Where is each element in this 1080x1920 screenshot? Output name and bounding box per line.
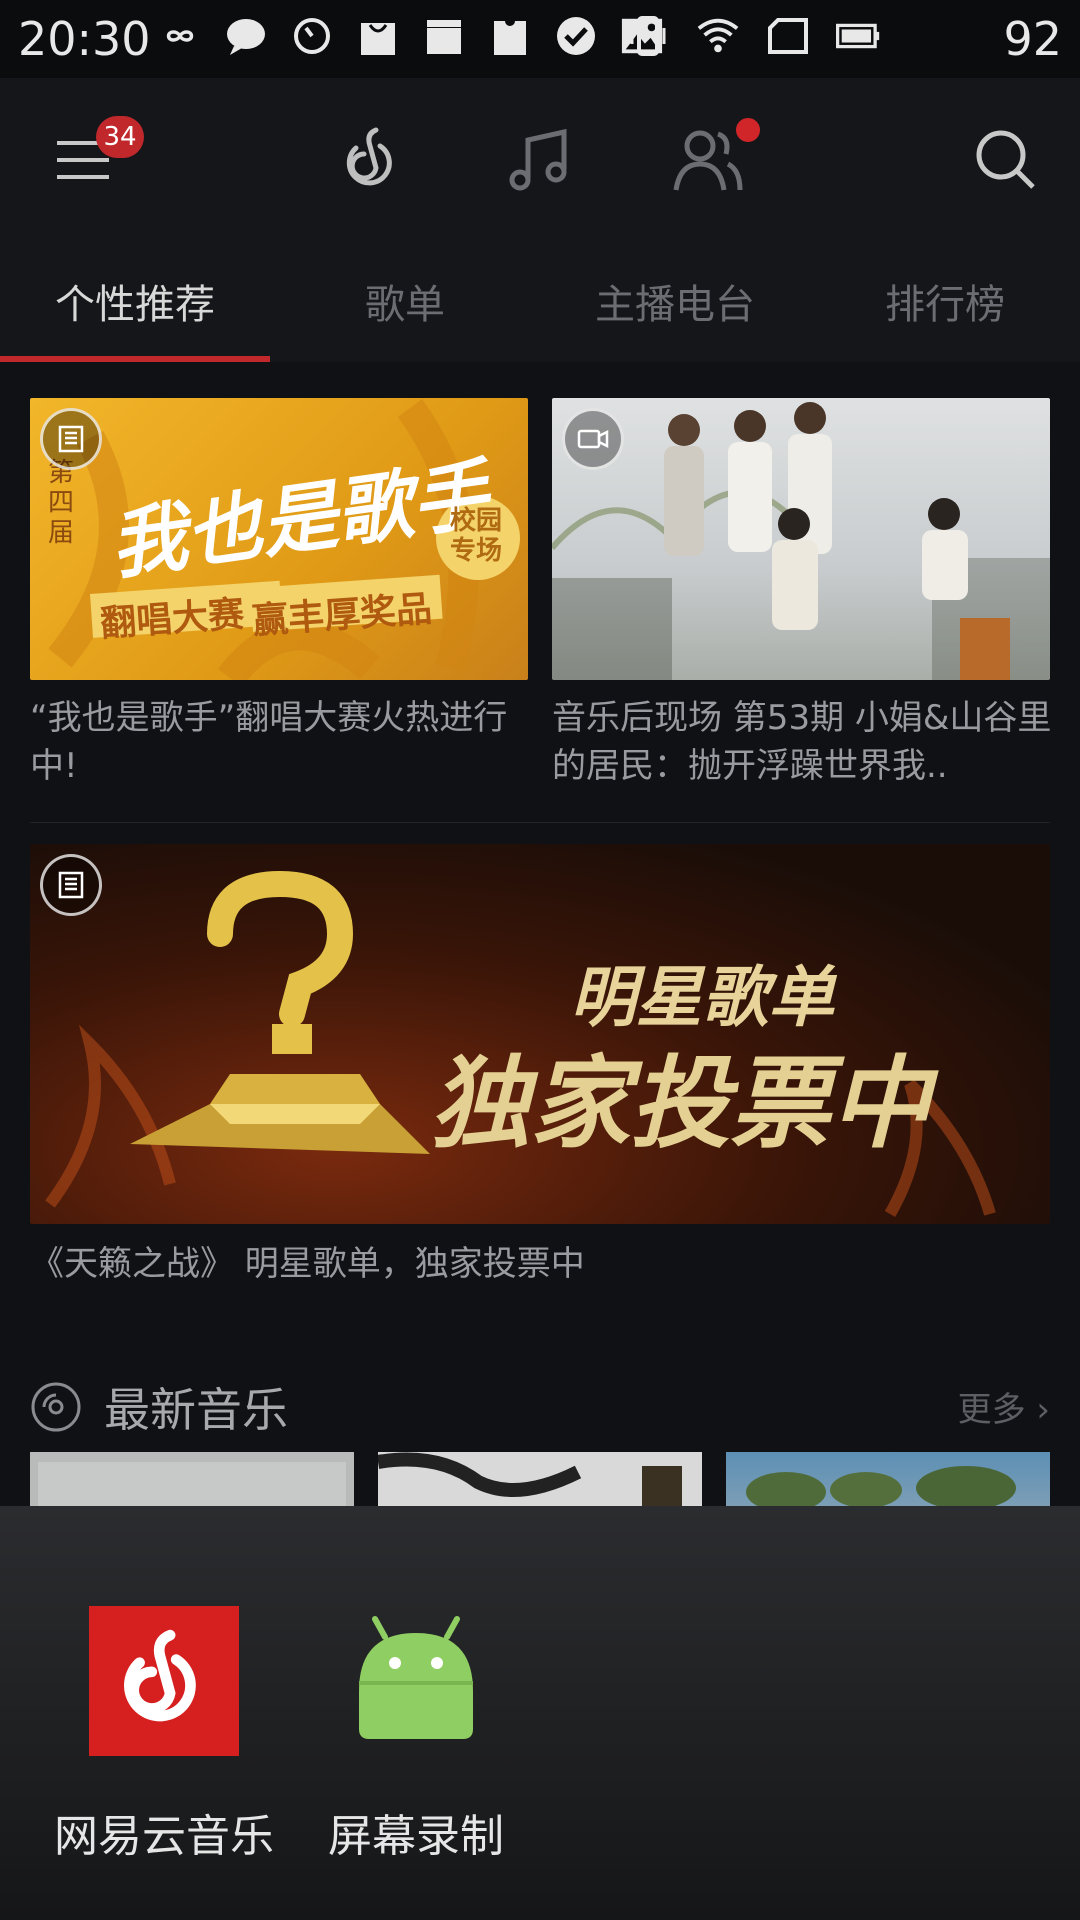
friends-notification-dot: [736, 118, 760, 142]
more-label: 更多: [957, 1390, 1026, 1430]
netease-music-icon: [89, 1606, 239, 1756]
divider: [30, 822, 1050, 823]
top-nav: 34: [0, 78, 1080, 242]
search-icon: [976, 130, 1035, 189]
app-chooser-sheet: 网易云音乐 屏幕录制: [0, 1506, 1080, 1920]
banner-text-edition: 第四届: [48, 458, 75, 548]
album-thumbnail[interactable]: [726, 1452, 1050, 1506]
banner-singer-contest[interactable]: 第四届 我也是歌手 校园专场 翻唱大赛 赢丰厚奖品: [30, 398, 528, 680]
section-title: 最新音乐: [104, 1383, 288, 1437]
tab-radio[interactable]: 主播电台: [540, 272, 810, 330]
banner-text-voting: 独家投票中: [430, 1045, 930, 1162]
more-link[interactable]: 更多 ›: [958, 1382, 1050, 1431]
category-tabs: 个性推荐 歌单 主播电台 排行榜: [0, 242, 1080, 362]
vibrate-icon: [626, 14, 670, 58]
banner-title[interactable]: 音乐后现场 第53期 小娟&山谷里的居民：抛开浮躁世界我..: [552, 694, 1052, 790]
clapper-icon: [422, 14, 466, 58]
sim-card-icon: [766, 14, 810, 58]
tab-playlists[interactable]: 歌单: [270, 272, 540, 330]
video-badge: [562, 408, 624, 470]
status-bar: 20:30 92: [0, 0, 1080, 78]
notification-badge: 34: [96, 116, 144, 158]
my-music-tab-button[interactable]: [500, 120, 580, 200]
album-thumbnail[interactable]: [378, 1452, 702, 1506]
video-camera-icon: [577, 429, 609, 449]
wifi-icon: [696, 14, 740, 58]
infinity-icon: [158, 14, 202, 58]
chevron-right-icon: ›: [1036, 1390, 1050, 1430]
check-circle-icon: [554, 14, 598, 58]
banner-star-playlist-vote[interactable]: 明星歌单 独家投票中: [30, 844, 1050, 1224]
article-icon: [58, 425, 84, 453]
status-time: 20:30: [18, 12, 151, 66]
disc-icon: [31, 1382, 81, 1432]
banner-title[interactable]: “我也是歌手”翻唱大赛火热进行中!: [30, 694, 530, 790]
clipboard-icon: [488, 14, 532, 58]
banner-title[interactable]: 《天籁之战》 明星歌单，独家投票中: [30, 1240, 1030, 1288]
app-label: 网易云音乐: [54, 1811, 274, 1862]
app-option-screen-record[interactable]: 屏幕录制: [306, 1606, 526, 1864]
shopping-bag-icon: [356, 14, 400, 58]
tab-recommend[interactable]: 个性推荐: [0, 272, 270, 330]
article-badge: [40, 408, 102, 470]
app-label: 屏幕录制: [328, 1811, 504, 1862]
netease-logo-icon: [346, 127, 392, 186]
timer-icon: [290, 14, 334, 58]
tab-charts[interactable]: 排行榜: [810, 272, 1080, 330]
banner-live-session[interactable]: [552, 398, 1050, 680]
app-option-netease[interactable]: 网易云音乐: [54, 1606, 274, 1864]
recommend-content[interactable]: 第四届 我也是歌手 校园专场 翻唱大赛 赢丰厚奖品 “我也是歌手”翻唱大赛火热进…: [0, 362, 1080, 1506]
search-button[interactable]: [966, 120, 1046, 200]
discover-tab-button[interactable]: [332, 120, 412, 200]
article-badge: [40, 854, 102, 916]
album-thumbnail[interactable]: [30, 1452, 354, 1506]
battery-level: 92: [1003, 12, 1062, 66]
new-music-header: 最新音乐: [30, 1374, 288, 1440]
music-note-icon: [509, 128, 567, 191]
banner-photo: [552, 402, 1050, 680]
android-icon: [341, 1606, 491, 1756]
banner-text-contest: 翻唱大赛: [98, 594, 246, 645]
banner-text-campus: 校园专场: [450, 506, 503, 566]
article-icon: [58, 871, 84, 899]
friends-icon: [673, 130, 743, 191]
chat-bubble-icon: [224, 14, 268, 58]
battery-icon: [836, 14, 880, 58]
